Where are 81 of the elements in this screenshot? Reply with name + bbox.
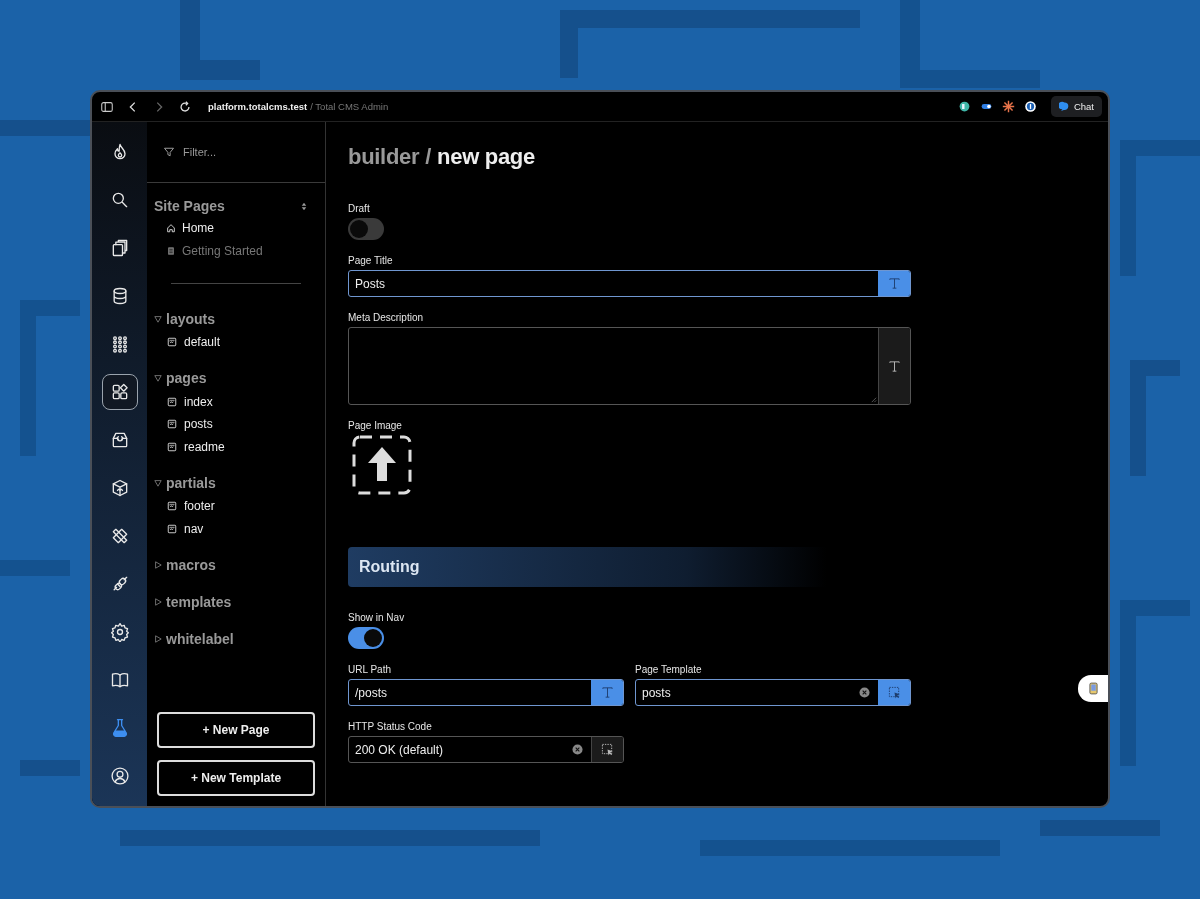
folder-toggle[interactable]: macros [154, 552, 325, 577]
field-label: Page Image [348, 420, 403, 431]
folder-toggle[interactable]: layouts [154, 306, 325, 331]
template-file-link[interactable]: readme [154, 435, 325, 458]
field-value: 200 OK (default) [354, 741, 445, 759]
field-value: Posts [354, 275, 386, 293]
picker-button[interactable] [591, 737, 623, 762]
file-icon [167, 501, 177, 512]
folder-toggle[interactable]: templates [154, 589, 325, 614]
new-item-button[interactable]: + New Template [157, 760, 315, 796]
url-host[interactable]: platform.totalcms.test [208, 101, 308, 112]
folder-toggle[interactable]: whitelabel [154, 626, 325, 651]
select-field[interactable]: posts [635, 679, 911, 706]
field-label: Meta Description [348, 312, 425, 323]
page-heading: new page [437, 144, 535, 170]
section-title: Routing [359, 558, 420, 576]
resize-handle-icon [870, 396, 877, 403]
nav-rail-button[interactable] [101, 374, 138, 410]
file-icon [167, 523, 177, 534]
chat-button[interactable]: Chat [1050, 96, 1102, 117]
select-pointer-icon [888, 686, 901, 699]
select-pointer-icon [601, 743, 614, 756]
field-value: posts [641, 684, 672, 702]
file-icon [167, 441, 177, 452]
caret-down-icon [154, 374, 162, 382]
floating-widget[interactable] [1078, 675, 1108, 702]
folder-toggle[interactable]: pages [154, 365, 325, 391]
caret-right-icon [154, 597, 162, 606]
textarea-field[interactable] [348, 327, 911, 405]
field-label: URL Path [348, 664, 392, 675]
tablet-icon [1088, 682, 1098, 695]
toggle-switch[interactable] [348, 218, 384, 240]
folder-toggle[interactable]: partials [154, 470, 325, 495]
field-label: Page Title [348, 255, 394, 266]
file-icon [167, 337, 177, 348]
book-icon [109, 670, 130, 690]
template-file-link[interactable]: nav [154, 517, 325, 540]
template-file-link[interactable]: index [154, 390, 325, 413]
file-icon [167, 396, 177, 407]
text-icon [601, 686, 614, 699]
picker-button[interactable] [878, 680, 910, 705]
template-file-link[interactable]: posts [154, 413, 325, 436]
filter-icon [163, 146, 175, 158]
toggle-switch[interactable] [348, 627, 384, 649]
home-icon [166, 222, 176, 233]
image-upload[interactable] [352, 435, 414, 497]
clear-icon[interactable] [572, 744, 583, 755]
select-field[interactable]: 200 OK (default) [348, 736, 624, 763]
page-title: / Total CMS Admin [310, 101, 389, 112]
text-field[interactable]: Posts [348, 270, 911, 297]
user-icon [109, 766, 130, 786]
text-field[interactable]: /posts [348, 679, 624, 706]
text-icon [888, 277, 901, 290]
breadcrumb-separator: / [425, 144, 432, 170]
file-icon [167, 419, 177, 430]
breadcrumb-link[interactable]: builder [348, 144, 420, 170]
field-label: Page Template [635, 664, 703, 675]
document-icon [166, 245, 176, 256]
field-label: Show in Nav [348, 612, 406, 623]
section-heading: Site Pages [154, 198, 225, 214]
sort-icon[interactable] [301, 201, 307, 211]
reload-icon[interactable] [178, 99, 192, 114]
page-link[interactable]: Home [154, 216, 325, 239]
new-item-button[interactable]: + New Page [157, 712, 315, 748]
upload-icon [352, 435, 412, 495]
sidebar-toggle-icon[interactable] [100, 99, 114, 114]
field-label: Draft [348, 203, 371, 214]
field-label: HTTP Status Code [348, 721, 433, 732]
template-file-link[interactable]: footer [154, 495, 325, 518]
template-file-link[interactable]: default [154, 331, 325, 354]
field-value: /posts [354, 684, 388, 702]
filter-field[interactable]: Filter... [181, 145, 315, 159]
caret-down-icon [154, 314, 162, 323]
chat-bubble-icon [1058, 101, 1070, 112]
caret-right-icon [154, 560, 162, 569]
clear-icon[interactable] [859, 687, 870, 698]
caret-down-icon [154, 478, 162, 487]
settings-icon [109, 622, 130, 642]
burst-icon[interactable] [1001, 100, 1015, 113]
text-icon [888, 359, 901, 373]
caret-right-icon [154, 634, 162, 643]
